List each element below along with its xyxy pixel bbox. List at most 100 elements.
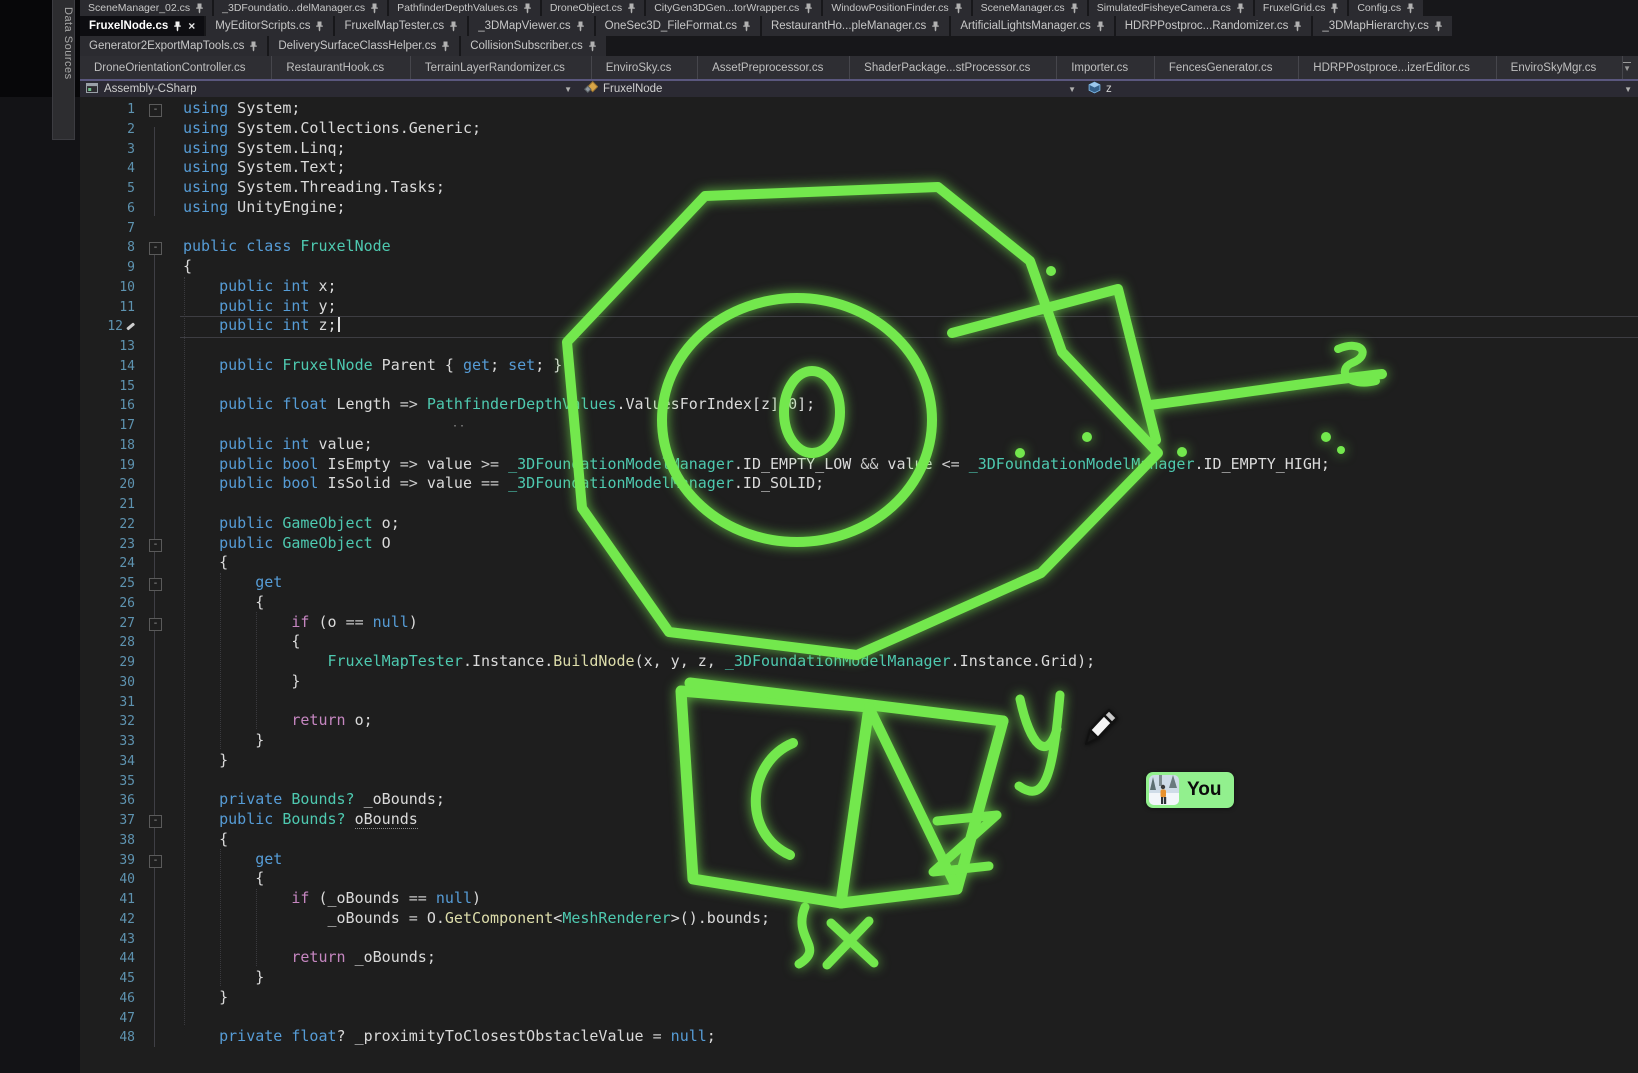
code-line-10[interactable]: 10 public int x; xyxy=(80,277,1638,297)
pin-icon[interactable] xyxy=(576,21,585,32)
pin-icon[interactable] xyxy=(954,3,963,14)
code-line-15[interactable]: 15 xyxy=(80,376,1638,396)
chevron-down-icon[interactable]: ▼ xyxy=(1068,85,1076,94)
pin-icon[interactable] xyxy=(742,21,751,32)
fold-collapse-icon[interactable]: - xyxy=(149,855,162,868)
pin-icon[interactable] xyxy=(173,21,182,32)
tab-WindowPositionFinder.cs[interactable]: WindowPositionFinder.cs xyxy=(823,0,970,16)
code-line-6[interactable]: 6using UnityEngine; xyxy=(80,198,1638,218)
tab-overflow-icon[interactable]: ▼ xyxy=(1623,62,1631,73)
code-line-1[interactable]: 1-using System; xyxy=(80,99,1638,119)
tab-DeliverySurfaceClassHelper.cs[interactable]: DeliverySurfaceClassHelper.cs xyxy=(269,36,459,56)
tab-FencesGenerator.cs[interactable]: FencesGenerator.cs xyxy=(1155,56,1299,79)
code-line-4[interactable]: 4using System.Text; xyxy=(80,158,1638,178)
code-line-16[interactable]: 16 public float Length => PathfinderDept… xyxy=(80,395,1638,415)
code-line-7[interactable]: 7 xyxy=(80,218,1638,238)
code-line-12[interactable]: 12 public int z; xyxy=(80,316,1638,336)
code-editor[interactable]: 1-using System;2using System.Collections… xyxy=(80,97,1638,1073)
tab-ArtificialLightsManager.cs[interactable]: ArtificialLightsManager.cs xyxy=(951,16,1113,36)
code-line-3[interactable]: 3using System.Linq; xyxy=(80,139,1638,159)
pin-icon[interactable] xyxy=(1096,21,1105,32)
code-line-24[interactable]: 24 { xyxy=(80,553,1638,573)
code-line-47[interactable]: 47 xyxy=(80,1008,1638,1028)
tab-DroneOrientationController.cs[interactable]: DroneOrientationController.cs xyxy=(80,56,272,79)
pin-icon[interactable] xyxy=(1434,21,1443,32)
pin-icon[interactable] xyxy=(1070,3,1079,14)
code-line-5[interactable]: 5using System.Threading.Tasks; xyxy=(80,178,1638,198)
code-line-25[interactable]: 25- get xyxy=(80,573,1638,593)
tab-PathfinderDepthValues.cs[interactable]: PathfinderDepthValues.cs xyxy=(389,0,540,16)
pin-icon[interactable] xyxy=(804,3,813,14)
chevron-down-icon[interactable]: ▼ xyxy=(564,85,572,94)
code-line-14[interactable]: 14 public FruxelNode Parent { get; set; … xyxy=(80,356,1638,376)
tab-HDRPPostproc...Randomizer.cs[interactable]: HDRPPostproc...Randomizer.cs xyxy=(1116,16,1312,36)
code-line-19[interactable]: 19 public bool IsEmpty => value >= _3DFo… xyxy=(80,455,1638,475)
code-line-38[interactable]: 38 { xyxy=(80,830,1638,850)
code-line-45[interactable]: 45 } xyxy=(80,968,1638,988)
pin-icon[interactable] xyxy=(315,21,324,32)
code-line-34[interactable]: 34 } xyxy=(80,751,1638,771)
fold-collapse-icon[interactable]: - xyxy=(149,815,162,828)
tab-FruxelMapTester.cs[interactable]: FruxelMapTester.cs xyxy=(335,16,467,36)
pin-icon[interactable] xyxy=(249,41,258,52)
pin-icon[interactable] xyxy=(441,41,450,52)
fold-collapse-icon[interactable]: - xyxy=(149,618,162,631)
tab-RestaurantHook.cs[interactable]: RestaurantHook.cs xyxy=(272,56,411,79)
pin-icon[interactable] xyxy=(1330,3,1339,14)
code-line-28[interactable]: 28 { xyxy=(80,632,1638,652)
pin-icon[interactable] xyxy=(370,3,379,14)
code-line-41[interactable]: 41 if (_oBounds == null) xyxy=(80,889,1638,909)
pin-icon[interactable] xyxy=(195,3,204,14)
tab-ShaderPackage...stProcessor.cs[interactable]: ShaderPackage...stProcessor.cs xyxy=(850,56,1057,79)
tab-SceneManager_02.cs[interactable]: SceneManager_02.cs xyxy=(80,0,212,16)
tab-HDRPPostproce...izerEditor.cs[interactable]: HDRPPostproce...izerEditor.cs xyxy=(1299,56,1496,79)
code-line-31[interactable]: 31 xyxy=(80,692,1638,712)
code-line-11[interactable]: 11 public int y; xyxy=(80,297,1638,317)
chevron-down-icon[interactable]: ▼ xyxy=(1624,85,1632,94)
tab-Importer.cs[interactable]: Importer.cs xyxy=(1057,56,1155,79)
close-icon[interactable]: × xyxy=(188,20,195,32)
code-line-32[interactable]: 32 return o; xyxy=(80,711,1638,731)
tab-TerrainLayerRandomizer.cs[interactable]: TerrainLayerRandomizer.cs xyxy=(411,56,592,79)
pin-icon[interactable] xyxy=(449,21,458,32)
pin-icon[interactable] xyxy=(588,41,597,52)
pin-icon[interactable] xyxy=(931,21,940,32)
code-line-23[interactable]: 23- public GameObject O xyxy=(80,534,1638,554)
code-line-2[interactable]: 2using System.Collections.Generic; xyxy=(80,119,1638,139)
code-line-13[interactable]: 13 xyxy=(80,336,1638,356)
tab-CityGen3DGen...torWrapper.cs[interactable]: CityGen3DGen...torWrapper.cs xyxy=(646,0,821,16)
code-line-30[interactable]: 30 } xyxy=(80,672,1638,692)
pin-icon[interactable] xyxy=(1236,3,1245,14)
code-line-29[interactable]: 29 FruxelMapTester.Instance.BuildNode(x,… xyxy=(80,652,1638,672)
tab-OneSec3D_FileFormat.cs[interactable]: OneSec3D_FileFormat.cs xyxy=(596,16,760,36)
tab-FruxelGrid.cs[interactable]: FruxelGrid.cs xyxy=(1255,0,1347,16)
fold-collapse-icon[interactable]: - xyxy=(149,104,162,117)
pin-icon[interactable] xyxy=(627,3,636,14)
code-line-21[interactable]: 21 xyxy=(80,494,1638,514)
fold-collapse-icon[interactable]: - xyxy=(149,578,162,591)
tab-Config.cs[interactable]: Config.cs xyxy=(1349,0,1423,16)
tab-SceneManager.cs[interactable]: SceneManager.cs xyxy=(973,0,1087,16)
code-line-22[interactable]: 22 public GameObject o; xyxy=(80,514,1638,534)
breadcrumb-class-combo[interactable]: FruxelNode ▼ xyxy=(578,81,1082,97)
code-line-40[interactable]: 40 { xyxy=(80,869,1638,889)
tab-MyEditorScripts.cs[interactable]: MyEditorScripts.cs xyxy=(206,16,333,36)
tab-CollisionSubscriber.cs[interactable]: CollisionSubscriber.cs xyxy=(461,36,606,56)
pin-icon[interactable] xyxy=(1293,21,1302,32)
code-line-17[interactable]: 17 xyxy=(80,415,1638,435)
code-line-27[interactable]: 27- if (o == null) xyxy=(80,613,1638,633)
code-line-35[interactable]: 35 xyxy=(80,771,1638,791)
tab-_3DMapViewer.cs[interactable]: _3DMapViewer.cs xyxy=(469,16,593,36)
tab-EnviroSky.cs[interactable]: EnviroSky.cs xyxy=(592,56,698,79)
tab-DroneObject.cs[interactable]: DroneObject.cs xyxy=(542,0,644,16)
code-line-44[interactable]: 44 return _oBounds; xyxy=(80,948,1638,968)
code-line-8[interactable]: 8-public class FruxelNode xyxy=(80,237,1638,257)
code-line-26[interactable]: 26 { xyxy=(80,593,1638,613)
fold-collapse-icon[interactable]: - xyxy=(149,539,162,552)
tab-Generator2ExportMapTools.cs[interactable]: Generator2ExportMapTools.cs xyxy=(80,36,267,56)
code-line-43[interactable]: 43 xyxy=(80,929,1638,949)
tab-EnviroSkyMgr.cs[interactable]: EnviroSkyMgr.cs xyxy=(1497,56,1623,79)
pin-icon[interactable] xyxy=(1406,3,1415,14)
code-line-36[interactable]: 36 private Bounds? _oBounds; xyxy=(80,790,1638,810)
pin-icon[interactable] xyxy=(523,3,532,14)
